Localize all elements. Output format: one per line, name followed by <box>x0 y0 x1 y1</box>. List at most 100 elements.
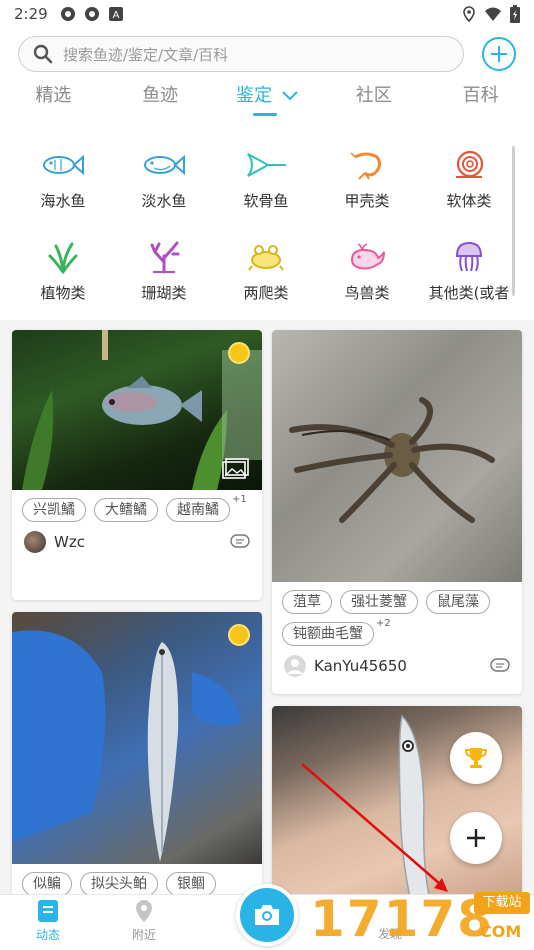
category-corals[interactable]: 珊瑚类 <box>114 238 214 303</box>
species-tag[interactable]: 似鳊 <box>22 872 72 896</box>
post-card[interactable]: 似鳊 拟尖头鲌 银鲴 <box>12 612 262 902</box>
frog-icon <box>248 245 284 271</box>
category-grid: 海水鱼 淡水鱼 软骨鱼 甲壳类 软体类 植物类 珊瑚类 两爬类 鸟兽类 其他类(… <box>0 124 534 320</box>
snail-icon <box>456 150 484 178</box>
tab-encyclopedia[interactable]: 百科 <box>427 78 534 118</box>
category-label: 植物类 <box>40 284 86 302</box>
comment-icon[interactable] <box>230 534 250 550</box>
category-label: 甲壳类 <box>344 192 390 210</box>
species-tag[interactable]: 钝额曲毛蟹 <box>282 622 374 646</box>
wifi-icon <box>485 7 501 21</box>
category-birds-mammals[interactable]: 鸟兽类 <box>317 238 417 303</box>
create-post-button[interactable] <box>450 812 502 864</box>
comment-icon[interactable] <box>490 658 510 674</box>
leaderboard-button[interactable] <box>450 732 502 784</box>
category-freshwater-fish[interactable]: 淡水鱼 <box>114 146 214 211</box>
category-mollusks[interactable]: 软体类 <box>419 146 519 211</box>
status-time: 2:29 <box>14 5 48 23</box>
category-label: 海水鱼 <box>40 192 86 210</box>
tab-identify[interactable]: 鉴定 <box>214 78 321 118</box>
feed-icon <box>38 900 58 922</box>
plant-icon <box>48 242 78 274</box>
category-others[interactable]: 其他类(或者 <box>419 238 519 303</box>
add-post-button[interactable] <box>482 37 516 71</box>
species-tag[interactable]: 兴凯鱊 <box>22 498 86 522</box>
species-tag[interactable]: 强壮菱蟹 <box>340 590 418 614</box>
category-label: 软骨鱼 <box>243 192 289 210</box>
top-header: 搜索鱼迹/鉴定/文章/百科 精选 鱼迹 鉴定 社区 百科 <box>0 28 534 124</box>
category-label: 软体类 <box>446 192 492 210</box>
plus-icon <box>491 46 507 62</box>
author-name: KanYu45650 <box>314 657 407 675</box>
more-tags-count: +2 <box>376 618 391 629</box>
category-amphibians-reptiles[interactable]: 两爬类 <box>216 238 316 303</box>
watermark-badge: 下载站 <box>474 892 530 914</box>
app-notification-icon <box>60 7 75 21</box>
font-notification-icon: A <box>108 7 123 21</box>
fish-icon <box>43 154 84 176</box>
search-placeholder: 搜索鱼迹/鉴定/文章/百科 <box>63 45 229 64</box>
species-tag[interactable]: 银鲴 <box>166 872 216 896</box>
chevron-down-icon <box>282 91 298 101</box>
camera-icon <box>255 905 279 925</box>
category-cartilaginous-fish[interactable]: 软骨鱼 <box>216 146 316 211</box>
watermark-text: 17178 <box>310 890 494 948</box>
tab-bar: 精选 鱼迹 鉴定 社区 百科 <box>0 78 534 118</box>
app-notification-icon <box>84 7 99 21</box>
camera-identify-button[interactable] <box>236 884 298 946</box>
search-input[interactable]: 搜索鱼迹/鉴定/文章/百科 <box>18 36 464 72</box>
category-saltwater-fish[interactable]: 海水鱼 <box>13 146 113 211</box>
nav-nearby[interactable]: 附近 <box>114 899 174 943</box>
gallery-icon <box>222 458 249 479</box>
post-photo[interactable] <box>12 330 262 490</box>
ray-icon <box>247 153 286 177</box>
status-bar: 2:29 A <box>0 0 534 28</box>
tab-fish-traces[interactable]: 鱼迹 <box>107 78 214 118</box>
category-label: 珊瑚类 <box>141 284 187 302</box>
battery-icon <box>510 5 520 23</box>
species-tags: 似鳊 拟尖头鲌 银鲴 <box>12 864 262 896</box>
avatar[interactable] <box>24 531 46 553</box>
species-tags: 兴凯鱊 大鳍鱊 越南鱊 +1 <box>12 490 262 522</box>
category-label: 淡水鱼 <box>141 192 187 210</box>
species-tag[interactable]: 菹草 <box>282 590 332 614</box>
shrimp-icon <box>350 152 382 180</box>
search-icon <box>33 44 53 64</box>
default-avatar-icon[interactable] <box>284 655 306 677</box>
category-plants[interactable]: 植物类 <box>13 238 113 303</box>
plus-icon <box>467 829 485 847</box>
species-tag[interactable]: 鼠尾藻 <box>426 590 490 614</box>
category-scrollbar[interactable] <box>512 146 515 296</box>
post-card[interactable]: 兴凯鱊 大鳍鱊 越南鱊 +1 Wzc <box>12 330 262 600</box>
post-photo[interactable] <box>272 330 522 582</box>
species-tag[interactable]: 大鳍鱊 <box>94 498 158 522</box>
whale-icon <box>350 243 385 270</box>
location-pin-icon <box>136 900 152 922</box>
author-name: Wzc <box>54 533 85 551</box>
post-author[interactable]: KanYu45650 <box>272 646 522 686</box>
species-tag[interactable]: 拟尖头鲌 <box>80 872 158 896</box>
post-card[interactable]: 菹草 强壮菱蟹 鼠尾藻 钝额曲毛蟹 +2 KanYu45650 <box>272 330 522 694</box>
tab-featured[interactable]: 精选 <box>0 78 107 118</box>
post-photo[interactable] <box>12 612 262 864</box>
location-icon <box>463 6 475 22</box>
species-tags: 菹草 强壮菱蟹 鼠尾藻 钝额曲毛蟹 +2 <box>272 582 522 646</box>
watermark-domain: COM <box>480 922 522 941</box>
reward-coin-icon <box>228 342 250 364</box>
nav-label: 动态 <box>35 928 60 942</box>
category-crustaceans[interactable]: 甲壳类 <box>317 146 417 211</box>
reward-coin-icon <box>228 624 250 646</box>
category-label: 两爬类 <box>243 284 289 302</box>
svg-text:A: A <box>112 10 119 21</box>
fish-icon <box>144 154 185 176</box>
glove-fish-illustration <box>12 630 242 862</box>
nav-feed[interactable]: 动态 <box>18 899 78 943</box>
species-tag[interactable]: 越南鱊 <box>166 498 230 522</box>
crab-photo-illustration <box>289 397 495 523</box>
coral-icon <box>150 241 180 274</box>
jellyfish-icon <box>455 241 483 272</box>
post-author[interactable]: Wzc <box>12 522 262 562</box>
tab-community[interactable]: 社区 <box>320 78 427 118</box>
nav-label: 附近 <box>131 928 156 942</box>
category-label: 鸟兽类 <box>344 284 390 302</box>
